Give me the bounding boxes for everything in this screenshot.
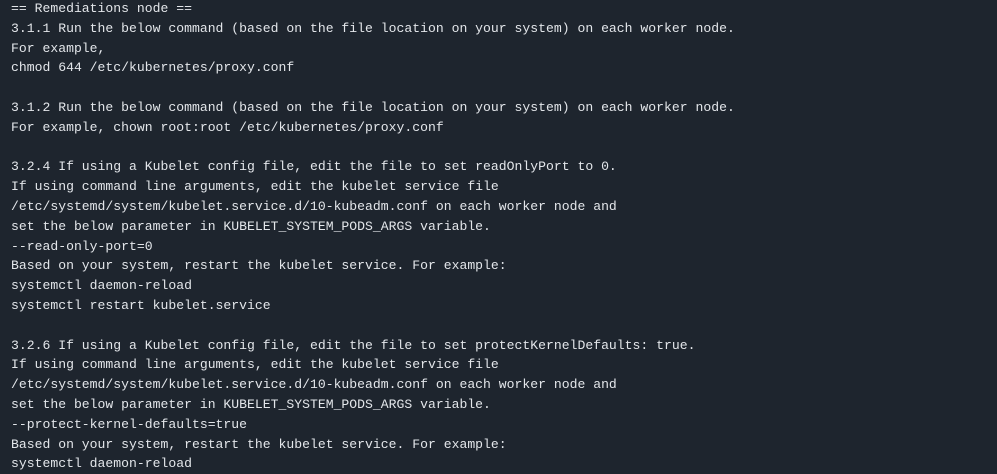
terminal-output: == Remediations node == 3.1.1 Run the be… [0, 0, 997, 474]
output-line: If using command line arguments, edit th… [11, 179, 499, 195]
output-line: --read-only-port=0 [11, 238, 153, 254]
output-line: set the below parameter in KUBELET_SYSTE… [11, 396, 491, 412]
output-line: If using command line arguments, edit th… [11, 357, 499, 373]
output-line: For example, chown root:root /etc/kubern… [11, 119, 444, 135]
output-line: --protect-kernel-defaults=true [11, 416, 248, 432]
blank-line [11, 78, 997, 98]
output-line: set the below parameter in KUBELET_SYSTE… [11, 218, 491, 234]
output-line: /etc/systemd/system/kubelet.service.d/10… [11, 377, 617, 393]
output-line: 3.1.1 Run the below command (based on th… [11, 20, 735, 36]
output-line: == Remediations node == [11, 1, 192, 16]
output-line: systemctl daemon-reload [11, 456, 192, 472]
output-line: Based on your system, restart the kubele… [11, 436, 507, 452]
output-line: systemctl daemon-reload [11, 278, 192, 294]
output-line: 3.2.6 If using a Kubelet config file, ed… [11, 337, 696, 353]
output-line: 3.2.4 If using a Kubelet config file, ed… [11, 159, 617, 175]
output-line: systemctl restart kubelet.service [11, 297, 271, 313]
output-line: 3.1.2 Run the below command (based on th… [11, 99, 735, 115]
output-line: Based on your system, restart the kubele… [11, 258, 507, 274]
output-line: /etc/systemd/system/kubelet.service.d/10… [11, 198, 617, 214]
output-line: For example, [11, 40, 106, 56]
blank-line [11, 138, 997, 158]
blank-line [11, 316, 997, 336]
output-line: chmod 644 /etc/kubernetes/proxy.conf [11, 60, 295, 76]
output-lines: == Remediations node == 3.1.1 Run the be… [11, 0, 997, 474]
